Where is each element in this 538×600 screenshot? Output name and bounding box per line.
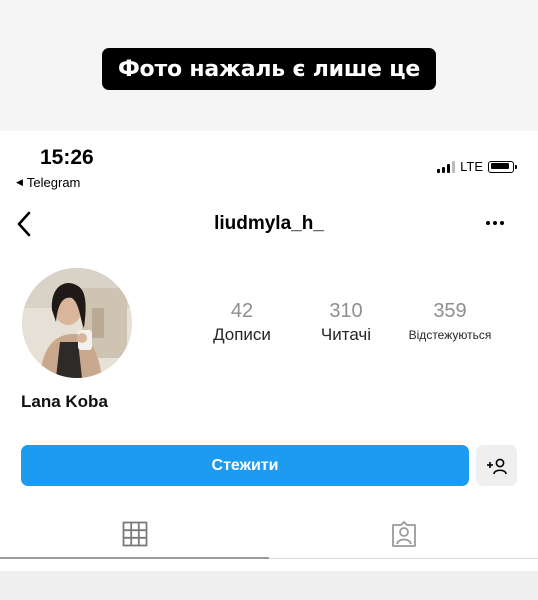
- follow-button[interactable]: Стежити: [21, 445, 469, 486]
- status-time: 15:26: [40, 146, 94, 169]
- stat-following-value: 359: [433, 300, 467, 322]
- tab-grid[interactable]: [0, 513, 269, 559]
- grid-icon: [122, 521, 148, 552]
- stat-followers-label: Читачі: [320, 325, 372, 344]
- avatar[interactable]: [22, 268, 132, 378]
- stat-following[interactable]: 359 Відстежуються: [400, 299, 500, 347]
- signal-bars-icon: [437, 160, 456, 173]
- network-label: LTE: [460, 159, 483, 174]
- battery-icon: [488, 160, 517, 173]
- back-to-app-link[interactable]: ◀ Telegram: [16, 175, 80, 190]
- back-triangle-icon: ◀: [16, 177, 23, 187]
- active-tab-indicator: [0, 557, 269, 559]
- stat-posts-label: Дописи: [213, 325, 271, 344]
- back-app-label: Telegram: [26, 175, 81, 190]
- instagram-profile-screenshot: 15:26 ◀ Telegram LTE liudmyla_h_ 42 Допи…: [0, 131, 538, 571]
- tagged-person-icon: [390, 520, 418, 553]
- story-caption: Фото нажаль є лише це: [102, 48, 436, 90]
- stat-following-label: Відстежуються: [408, 328, 492, 342]
- tab-tagged[interactable]: [269, 513, 538, 559]
- more-horizontal-icon[interactable]: [482, 215, 508, 231]
- status-indicators: LTE: [437, 159, 517, 174]
- stat-followers[interactable]: 310 Читачі: [311, 299, 381, 347]
- add-person-icon[interactable]: [476, 445, 517, 486]
- profile-display-name: Lana Koba: [21, 392, 108, 411]
- profile-username: liudmyla_h_: [214, 213, 324, 234]
- stat-posts[interactable]: 42 Дописи: [207, 299, 277, 347]
- bottom-strip: [0, 571, 538, 600]
- stat-followers-value: 310: [329, 300, 363, 322]
- stat-posts-value: 42: [230, 300, 254, 322]
